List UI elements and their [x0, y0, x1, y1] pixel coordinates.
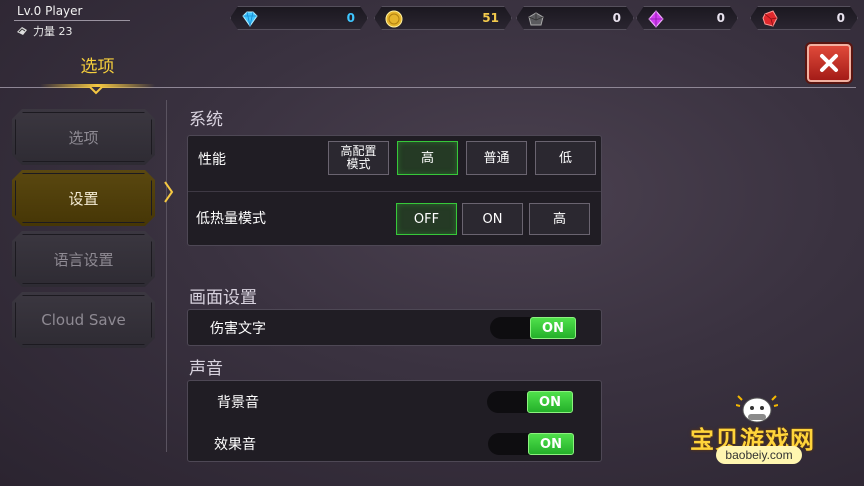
ore-icon: [527, 10, 545, 28]
watermark-url: baobeiy.com: [716, 446, 802, 464]
currency-gold-value: 51: [482, 11, 499, 25]
display-panel: 伤害文字 ON: [187, 309, 602, 346]
option-label: 高: [552, 211, 566, 227]
sidebar-item-settings[interactable]: 设置: [12, 170, 155, 226]
sidebar-item-options[interactable]: 选项: [12, 109, 155, 165]
system-panel: 性能 高配置 模式 高 普通 低 低热量模式 OFF ON 高: [187, 135, 602, 246]
option-label: 高: [420, 150, 434, 166]
low-heat-option-off[interactable]: OFF: [396, 203, 457, 235]
sidebar-item-label: Cloud Save: [41, 311, 126, 329]
sidebar-item-cloud-save[interactable]: Cloud Save: [12, 292, 155, 348]
sidebar-item-language[interactable]: 语言设置: [12, 231, 155, 287]
chevron-down-icon: [89, 86, 103, 95]
currency-ore[interactable]: 0: [516, 6, 634, 30]
section-title-display: 画面设置: [189, 288, 257, 308]
close-button[interactable]: [807, 44, 851, 82]
performance-option-high-config[interactable]: 高配置 模式: [328, 141, 389, 175]
toggle-state: ON: [539, 394, 561, 410]
performance-label: 性能: [198, 152, 226, 168]
chevron-right-icon: [164, 181, 174, 203]
sfx-toggle[interactable]: ON: [488, 433, 574, 455]
gold-coin-icon: [385, 10, 403, 28]
power-icon: [17, 27, 27, 35]
bgm-toggle[interactable]: ON: [487, 391, 573, 413]
sfx-label: 效果音: [214, 437, 256, 453]
currency-red-crystal-value: 0: [836, 11, 845, 25]
low-heat-option-high[interactable]: 高: [529, 203, 590, 235]
sidebar-divider: [166, 100, 167, 452]
option-label: 低: [558, 150, 572, 166]
low-heat-label: 低热量模式: [196, 211, 266, 227]
currency-diamond[interactable]: 0: [230, 6, 368, 30]
low-heat-option-on[interactable]: ON: [462, 203, 523, 235]
red-crystal-icon: [761, 10, 779, 28]
performance-option-high[interactable]: 高: [397, 141, 458, 175]
currency-diamond-value: 0: [346, 11, 355, 25]
toggle-state: ON: [540, 436, 562, 452]
damage-text-toggle[interactable]: ON: [490, 317, 576, 339]
sidebar-item-label: 选项: [68, 128, 99, 147]
toggle-on-knob: ON: [528, 433, 574, 455]
currency-red-crystal[interactable]: 0: [750, 6, 858, 30]
currency-purple-gem-value: 0: [716, 11, 725, 25]
player-name: Lv.0 Player: [17, 4, 83, 18]
purple-gem-icon: [647, 10, 665, 28]
option-label: 高配置 模式: [340, 144, 377, 171]
row-separator: [188, 191, 601, 192]
section-title-sound: 声音: [189, 359, 223, 379]
damage-text-label: 伤害文字: [210, 321, 266, 337]
currency-purple-gem[interactable]: 0: [636, 6, 738, 30]
page-title: 选项: [80, 57, 115, 77]
performance-option-normal[interactable]: 普通: [466, 141, 527, 175]
sidebar-item-label: 设置: [68, 189, 99, 208]
sidebar-item-label: 语言设置: [53, 250, 114, 269]
option-label: 普通: [483, 150, 510, 166]
toggle-on-knob: ON: [530, 317, 576, 339]
sound-panel: 背景音 ON 效果音 ON: [187, 380, 602, 462]
close-icon: [820, 54, 838, 72]
bgm-label: 背景音: [217, 395, 259, 411]
toggle-on-knob: ON: [527, 391, 573, 413]
option-label: OFF: [413, 211, 440, 227]
player-power-text: 力量 23: [33, 25, 73, 38]
diamond-icon: [241, 10, 259, 28]
option-label: ON: [482, 211, 503, 227]
performance-option-low[interactable]: 低: [535, 141, 596, 175]
currency-ore-value: 0: [612, 11, 621, 25]
toggle-state: ON: [542, 320, 564, 336]
player-power: 力量 23: [16, 23, 73, 39]
section-title-system: 系统: [189, 110, 223, 130]
currency-gold[interactable]: 51: [374, 6, 512, 30]
player-underline: [14, 20, 130, 21]
